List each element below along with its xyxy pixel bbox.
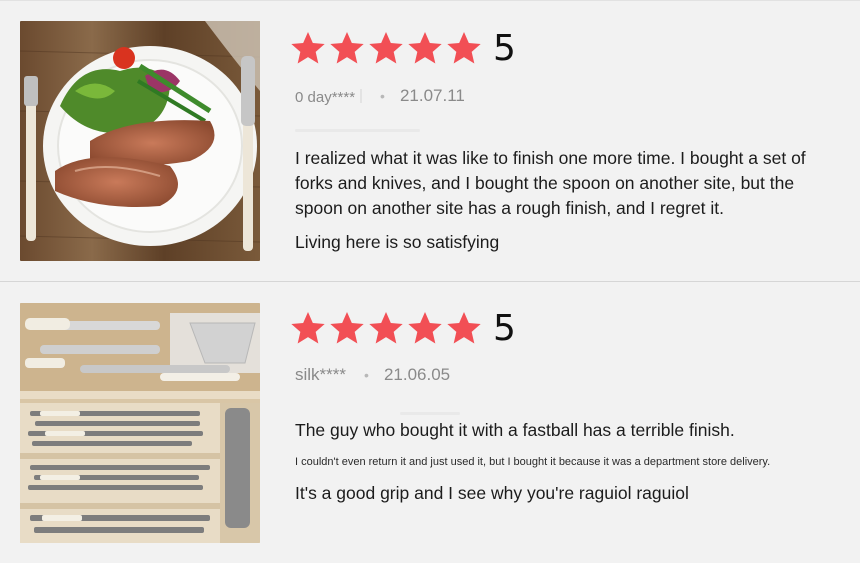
author-mark [360,88,363,103]
star-icon [327,309,367,349]
star-icon [366,309,406,349]
review-author: 0 day**** [295,89,356,106]
faint-line [380,129,420,132]
rating-stars: 5 [288,29,516,69]
rating-score: 5 [493,28,516,69]
review-meta: 0 day**** • 21.07.11 [295,85,465,107]
review-photo[interactable] [20,303,260,543]
food-plate-image [20,21,260,261]
review-paragraph: Living here is so satisfying [295,232,500,252]
star-icon [444,309,484,349]
faint-line [400,412,460,415]
review-body: I realized what it was like to finish on… [295,146,825,255]
review-paragraph-small: I couldn't even return it and just used … [295,456,771,468]
star-icon [288,309,328,349]
review-photo[interactable] [20,21,260,261]
dot-separator: • [364,367,369,383]
review-paragraph: I realized what it was like to finish on… [295,148,806,218]
review-paragraph: The guy who bought it with a fastball ha… [295,420,735,440]
review-paragraph: It's a good grip and I see why you're ra… [295,483,689,503]
review-item: 5 0 day**** • 21.07.11 I realized what i… [0,0,860,282]
star-icon [405,29,445,69]
star-icon [405,309,445,349]
rating-score: 5 [493,308,516,349]
cutlery-box-image [20,303,260,543]
review-author: silk**** [295,365,347,384]
star-icon [444,29,484,69]
review-item: 5 silk**** • 21.06.05 The guy who bought… [0,281,860,563]
review-date: 21.06.05 [383,365,451,384]
review-list: 5 0 day**** • 21.07.11 I realized what i… [0,0,860,563]
rating-stars: 5 [288,309,516,349]
star-icon [366,29,406,69]
review-body: The guy who bought it with a fastball ha… [295,418,825,506]
review-meta: silk**** • 21.06.05 [295,365,450,385]
star-icon [327,29,367,69]
review-date: 21.07.11 [399,85,465,105]
star-icon [288,29,328,69]
dot-separator: • [380,87,385,104]
